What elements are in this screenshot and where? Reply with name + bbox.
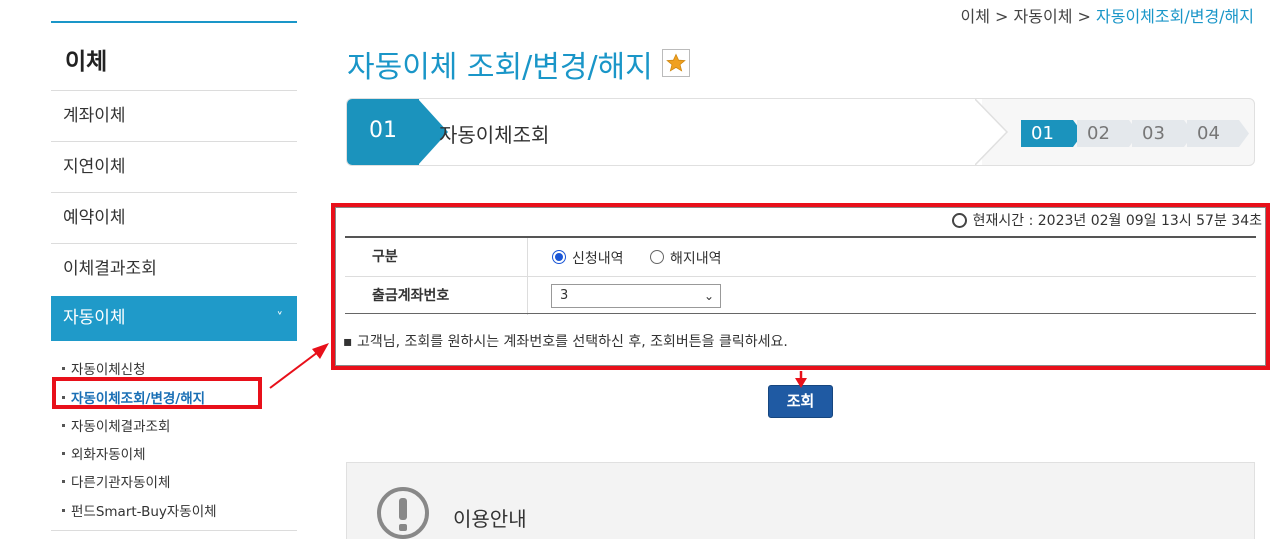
exclamation-icon xyxy=(377,487,429,539)
radio-applied-label[interactable]: 신청내역 xyxy=(572,248,624,268)
sidebar-item-transfer-result[interactable]: 이체결과조회 xyxy=(51,243,297,294)
breadcrumb-sep: > xyxy=(989,7,1014,26)
sidebar-bottom-line xyxy=(51,530,297,531)
step-pill-2: 02 xyxy=(1077,120,1129,147)
breadcrumb: 이체 > 자동이체 > 자동이체조회/변경/해지 xyxy=(961,3,1254,27)
sidebar-top-line xyxy=(51,21,297,23)
sidebar-item-label: 계좌이체 xyxy=(63,106,126,126)
bullet-icon: ▪ xyxy=(343,334,357,350)
bullet-icon xyxy=(62,480,65,483)
sidebar-item-label: 이체결과조회 xyxy=(63,259,157,279)
radio-cancelled-label[interactable]: 해지내역 xyxy=(670,248,722,268)
sidebar-title: 이체 xyxy=(65,49,108,75)
step-pill-arrow xyxy=(1239,120,1249,147)
sub-item-highlight-box xyxy=(52,377,262,409)
step-current-label: 자동이체조회 xyxy=(439,123,550,147)
form-label-account: 출금계좌번호 xyxy=(345,277,528,315)
annotation-arrow-line xyxy=(269,351,319,389)
sub-item-fund-smart-buy[interactable]: 펀드Smart-Buy자동이체 xyxy=(62,500,217,520)
current-time-text: 현재시간 : 2023년 02월 09일 13시 57분 34초 xyxy=(972,213,1262,229)
bullet-icon xyxy=(62,509,65,512)
annotation-arrowhead xyxy=(312,343,329,359)
search-form-table: 구분 신청내역 해지내역 출금계좌번호 3 ⌄ xyxy=(345,236,1256,316)
form-label-type: 구분 xyxy=(345,238,528,276)
chevron-down-icon: ⌄ xyxy=(703,289,714,303)
radio-cancelled[interactable] xyxy=(650,250,664,264)
form-row-type: 구분 신청내역 해지내역 xyxy=(345,238,1256,277)
breadcrumb-current: 자동이체조회/변경/해지 xyxy=(1096,7,1254,26)
sidebar-item-delayed-transfer[interactable]: 지연이체 xyxy=(51,141,297,192)
sidebar-item-label: 자동이체 xyxy=(63,308,126,328)
sub-item-other-institution-auto-transfer[interactable]: 다른기관자동이체 xyxy=(62,471,170,491)
sub-item-label: 외화자동이체 xyxy=(71,447,146,463)
breadcrumb-item[interactable]: 이체 xyxy=(961,7,990,26)
sidebar-item-auto-transfer[interactable]: 자동이체 ˅ xyxy=(51,296,297,341)
sub-item-foreign-auto-transfer[interactable]: 외화자동이체 xyxy=(62,443,146,463)
bullet-icon xyxy=(62,452,65,455)
sub-item-label: 자동이체결과조회 xyxy=(71,419,171,435)
breadcrumb-item[interactable]: 자동이체 xyxy=(1014,7,1073,26)
page-title: 자동이체 조회/변경/해지 xyxy=(347,50,653,85)
current-time: 현재시간 : 2023년 02월 09일 13시 57분 34초 xyxy=(951,210,1262,230)
radio-applied[interactable] xyxy=(552,250,566,264)
form-note-text: 고객님, 조회를 원하시는 계좌번호를 선택하신 후, 조회버튼을 클릭하세요. xyxy=(356,334,788,350)
sidebar-item-scheduled-transfer[interactable]: 예약이체 xyxy=(51,192,297,243)
sidebar-item-account-transfer[interactable]: 계좌이체 xyxy=(51,90,297,141)
form-note: ▪ 고객님, 조회를 원하시는 계좌번호를 선택하신 후, 조회버튼을 클릭하세… xyxy=(343,331,788,351)
account-select-value: 3 xyxy=(560,288,569,303)
chevron-down-icon: ˅ xyxy=(276,311,284,326)
form-row-account: 출금계좌번호 3 ⌄ xyxy=(345,277,1256,316)
account-select[interactable]: 3 ⌄ xyxy=(551,284,721,308)
favorite-button[interactable] xyxy=(662,49,690,77)
sidebar-item-label: 예약이체 xyxy=(63,208,126,228)
form-table-bottom-line xyxy=(345,313,1256,314)
bullet-icon xyxy=(62,367,65,370)
step-pill-1: 01 xyxy=(1021,120,1073,147)
sub-item-label: 자동이체신청 xyxy=(71,362,146,378)
bullet-icon xyxy=(62,424,65,427)
step-pill-4: 04 xyxy=(1187,120,1239,147)
step-pill-3: 03 xyxy=(1132,120,1184,147)
form-field-type: 신청내역 해지내역 xyxy=(528,238,1256,276)
sub-item-label: 다른기관자동이체 xyxy=(71,475,171,491)
sub-item-auto-transfer-result[interactable]: 자동이체결과조회 xyxy=(62,415,170,435)
step-current-number: 01 xyxy=(369,118,397,143)
sub-item-auto-transfer-apply[interactable]: 자동이체신청 xyxy=(62,358,146,378)
clock-icon xyxy=(951,213,967,228)
info-panel: 이용안내 xyxy=(346,462,1255,539)
sub-item-label: 펀드Smart-Buy자동이체 xyxy=(71,504,217,520)
info-title: 이용안내 xyxy=(453,507,527,531)
breadcrumb-sep: > xyxy=(1072,7,1097,26)
star-icon xyxy=(666,53,686,72)
step-divider-arrow xyxy=(975,99,1009,165)
search-button[interactable]: 조회 xyxy=(768,385,833,418)
sidebar-item-label: 지연이체 xyxy=(63,157,126,177)
form-field-account: 3 ⌄ xyxy=(528,277,1256,315)
step-indicator: 01 자동이체조회 01 02 03 04 xyxy=(346,98,1255,166)
